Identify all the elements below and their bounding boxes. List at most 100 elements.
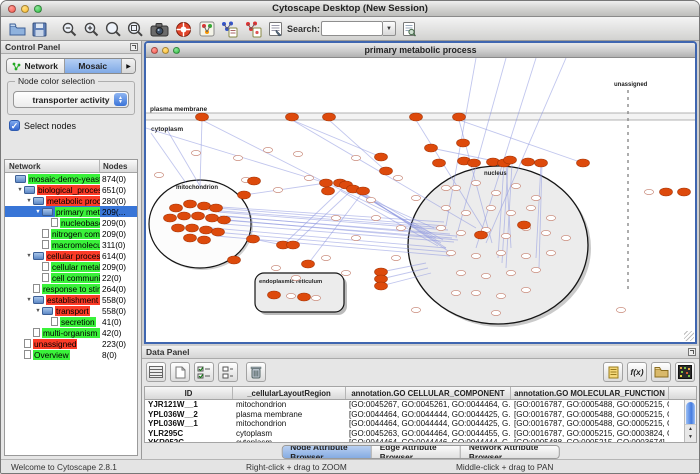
zoom-in-icon[interactable] bbox=[81, 19, 101, 39]
network-node-white[interactable] bbox=[271, 265, 280, 270]
unselect-attributes-icon[interactable] bbox=[218, 362, 238, 382]
column-header-id[interactable]: ID bbox=[145, 387, 233, 399]
scrollbar-arrows[interactable]: ▲▼ bbox=[685, 424, 696, 442]
network-node-white[interactable] bbox=[311, 295, 320, 300]
attribute-matrix-icon[interactable] bbox=[146, 362, 166, 382]
window-title-bar[interactable]: Cytoscape Desktop (New Session) bbox=[1, 1, 699, 17]
search-dropdown-button[interactable]: ▼ bbox=[383, 21, 396, 36]
network-node-white[interactable] bbox=[273, 187, 282, 192]
network-node-orange[interactable] bbox=[323, 113, 336, 121]
select-nodes-checkbox[interactable]: ✓ bbox=[9, 120, 20, 131]
network-node-white[interactable] bbox=[481, 273, 490, 278]
network-tree-row[interactable]: nucleobase-209(0) bbox=[5, 217, 137, 228]
table-row[interactable]: YPL036W__2plasma membrane[GO:0044464, GO… bbox=[145, 410, 696, 420]
network-edit-icon[interactable] bbox=[219, 19, 239, 39]
network-node-orange[interactable] bbox=[357, 187, 370, 195]
float-data-panel-icon[interactable] bbox=[688, 348, 696, 356]
select-nodes-row[interactable]: ✓ Select nodes bbox=[9, 120, 133, 131]
network-node-orange[interactable] bbox=[660, 188, 673, 196]
color-matrix-icon[interactable] bbox=[675, 362, 695, 382]
search-input[interactable] bbox=[321, 21, 383, 36]
resize-grip[interactable] bbox=[684, 331, 694, 341]
network-node-white[interactable] bbox=[471, 253, 480, 258]
column-header-cellular-component[interactable]: annotation.GO CELLULAR_COMPONENT bbox=[346, 387, 511, 399]
network-node-white[interactable] bbox=[411, 307, 420, 312]
network-node-orange[interactable] bbox=[375, 282, 388, 290]
network-tree-row[interactable]: ▼primary metabo209(... bbox=[5, 206, 137, 217]
network-node-white[interactable] bbox=[541, 230, 550, 235]
network-canvas[interactable]: plasma membrane cytoplasm mitochondrion … bbox=[146, 58, 695, 342]
network-node-orange[interactable] bbox=[302, 260, 315, 268]
network-node-orange[interactable] bbox=[172, 224, 185, 232]
annotation-icon[interactable] bbox=[265, 19, 285, 39]
network-node-orange[interactable] bbox=[475, 231, 488, 239]
new-attribute-icon[interactable] bbox=[170, 362, 190, 382]
tree-expander-icon[interactable]: ▼ bbox=[25, 198, 33, 204]
network-node-white[interactable] bbox=[506, 270, 515, 275]
network-tree-row[interactable]: ▼establishment of lo558(0) bbox=[5, 294, 137, 305]
network-tree-row[interactable]: secretion41(0) bbox=[5, 316, 137, 327]
tree-expander-icon[interactable]: ▼ bbox=[34, 209, 42, 215]
network-node-white[interactable] bbox=[491, 310, 500, 315]
network-node-orange[interactable] bbox=[164, 214, 177, 222]
network-node-white[interactable] bbox=[263, 147, 272, 152]
tab-overflow-button[interactable]: ▶ bbox=[122, 59, 135, 73]
network-node-white[interactable] bbox=[286, 293, 295, 298]
network-node-orange[interactable] bbox=[210, 204, 223, 212]
network-tree-row[interactable]: mosaic-demo-yeast874(0) bbox=[5, 173, 137, 184]
network-tree-row[interactable]: cellular metabo209(0) bbox=[5, 261, 137, 272]
network-tree-row[interactable]: nitrogen compo209(0) bbox=[5, 228, 137, 239]
table-row[interactable]: YLR295Ccytoplasm[GO:0045263, GO:0044464,… bbox=[145, 429, 696, 439]
network-node-white[interactable] bbox=[456, 230, 465, 235]
network-node-white[interactable] bbox=[191, 150, 200, 155]
network-node-orange[interactable] bbox=[198, 202, 211, 210]
network-tree-row[interactable]: ▼biological_process651(0) bbox=[5, 184, 137, 195]
network-node-white[interactable] bbox=[561, 235, 570, 240]
network-node-white[interactable] bbox=[521, 253, 530, 258]
network-node-white[interactable] bbox=[506, 210, 515, 215]
network-node-orange[interactable] bbox=[248, 177, 261, 185]
tab-node-attribute-browser[interactable]: Node Attribute Browser bbox=[282, 446, 372, 458]
network-edge[interactable] bbox=[459, 120, 583, 163]
column-header-region[interactable]: _cellularLayoutRegion bbox=[233, 387, 346, 399]
network-node-orange[interactable] bbox=[238, 191, 251, 199]
network-node-white[interactable] bbox=[471, 290, 480, 295]
network-node-orange[interactable] bbox=[375, 153, 388, 161]
data-panel-header[interactable]: Data Panel bbox=[142, 346, 699, 359]
network-view-title-bar[interactable]: primary metabolic process bbox=[146, 43, 695, 58]
network-node-white[interactable] bbox=[391, 255, 400, 260]
network-node-white[interactable] bbox=[491, 190, 500, 195]
network-node-orange[interactable] bbox=[286, 113, 299, 121]
snapshot-icon[interactable] bbox=[149, 19, 169, 39]
network-node-orange[interactable] bbox=[184, 200, 197, 208]
network-node-white[interactable] bbox=[371, 215, 380, 220]
network-node-white[interactable] bbox=[496, 250, 505, 255]
network-node-orange[interactable] bbox=[468, 159, 481, 167]
network-node-white[interactable] bbox=[331, 215, 340, 220]
network-node-white[interactable] bbox=[291, 275, 300, 280]
network-tree-row[interactable]: multi-organism pro42(0) bbox=[5, 327, 137, 338]
network-edge[interactable] bbox=[329, 120, 386, 171]
zoom-selected-icon[interactable] bbox=[125, 19, 145, 39]
network-node-orange[interactable] bbox=[228, 256, 241, 264]
save-icon[interactable] bbox=[29, 19, 49, 39]
network-node-white[interactable] bbox=[511, 183, 520, 188]
network-node-orange[interactable] bbox=[196, 113, 209, 121]
network-node-white[interactable] bbox=[451, 185, 460, 190]
help-ring-icon[interactable] bbox=[173, 19, 193, 39]
network-node-orange[interactable] bbox=[170, 204, 183, 212]
network-node-orange[interactable] bbox=[425, 144, 438, 152]
network-node-white[interactable] bbox=[496, 293, 505, 298]
network-node-white[interactable] bbox=[233, 155, 242, 160]
network-node-orange[interactable] bbox=[247, 235, 260, 243]
network-node-white[interactable] bbox=[461, 210, 470, 215]
tree-expander-icon[interactable]: ▼ bbox=[25, 253, 33, 259]
network-node-white[interactable] bbox=[546, 250, 555, 255]
network-node-orange[interactable] bbox=[678, 188, 691, 196]
table-row[interactable]: YPL036W__1mitochondrion[GO:0044464, GO:0… bbox=[145, 419, 696, 429]
network-node-white[interactable] bbox=[546, 215, 555, 220]
tree-expander-icon[interactable]: ▼ bbox=[16, 187, 24, 193]
zoom-fit-icon[interactable] bbox=[103, 19, 123, 39]
vizmapper-icon[interactable] bbox=[197, 19, 217, 39]
tree-expander-icon[interactable]: ▼ bbox=[34, 308, 42, 314]
